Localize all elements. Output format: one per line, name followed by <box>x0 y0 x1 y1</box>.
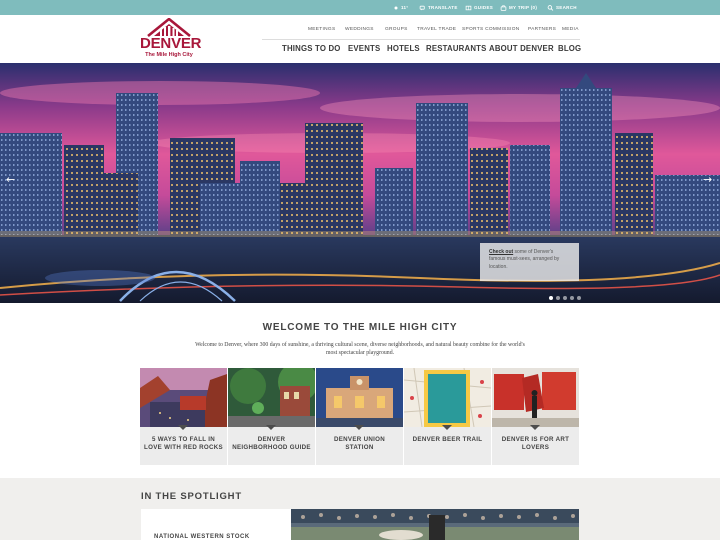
secondary-nav-sports-commission[interactable]: Sports Commission <box>462 27 520 32</box>
red-rocks-image <box>140 368 227 427</box>
carousel-dot[interactable] <box>556 296 560 300</box>
site-header: DENVER The Mile High City Meetings Weddi… <box>0 15 720 63</box>
carousel-dots <box>549 287 584 300</box>
logo-wordmark: DENVER <box>140 35 202 52</box>
hero-caption-link[interactable]: Check out <box>489 249 513 255</box>
primary-nav: Things To Do Events Hotels Restaurants A… <box>280 44 581 56</box>
welcome-text: Welcome to Denver, where 300 days of sun… <box>195 342 525 357</box>
translate-icon <box>419 5 425 11</box>
card-notch <box>530 425 540 430</box>
beer-trail-image <box>404 368 491 427</box>
weather-temp: 11° <box>401 5 409 10</box>
feature-cards: 5 Ways to Fall in Love with Red Rocks De… <box>140 368 580 465</box>
translate-label: Translate <box>428 5 458 10</box>
hero-caption: Check out some of Denver's famous must-s… <box>480 243 579 281</box>
card-label: Denver Beer Trail <box>412 436 483 443</box>
card-notch <box>354 425 364 430</box>
card-label: Denver Union Station <box>333 436 386 452</box>
search-label: Search <box>556 5 577 10</box>
suitcase-icon <box>500 5 507 11</box>
guides-link[interactable]: Guides <box>465 0 493 15</box>
secondary-nav-groups[interactable]: Groups <box>385 27 408 32</box>
nav-restaurants[interactable]: Restaurants <box>426 44 487 53</box>
carousel-dot[interactable] <box>549 296 553 300</box>
card-label: Denver is for Art Lovers <box>501 436 570 452</box>
weather-icon <box>394 6 398 10</box>
carousel-dot[interactable] <box>577 296 581 300</box>
card-notch <box>178 425 188 430</box>
nav-things-to-do[interactable]: Things To Do <box>282 44 341 53</box>
hero-carousel[interactable]: ← → Check out some of Denver's famous mu… <box>0 63 720 303</box>
card-label: Denver Neighborhood Guide <box>232 436 311 452</box>
secondary-nav-weddings[interactable]: Weddings <box>345 27 374 32</box>
guides-label: Guides <box>474 5 494 10</box>
nav-events[interactable]: Events <box>348 44 380 53</box>
utility-bar: 11° Translate Guides My Trip (0) Search <box>0 0 720 15</box>
nav-blog[interactable]: Blog <box>558 44 581 53</box>
union-station-image <box>316 368 403 427</box>
feature-card-red-rocks[interactable]: 5 Ways to Fall in Love with Red Rocks <box>140 368 227 465</box>
stock-show-image <box>291 509 579 540</box>
book-icon <box>465 5 472 11</box>
feature-card-neighborhood-guide[interactable]: Denver Neighborhood Guide <box>228 368 315 465</box>
hero-prev-arrow[interactable]: ← <box>6 173 15 186</box>
art-image <box>492 368 579 427</box>
card-label: 5 Ways to Fall in Love with Red Rocks <box>144 436 223 452</box>
secondary-nav-travel-trade[interactable]: Travel Trade <box>417 27 456 32</box>
carousel-dot[interactable] <box>570 296 574 300</box>
secondary-nav-media[interactable]: Media <box>562 27 579 32</box>
denver-skyline-image <box>0 63 720 303</box>
secondary-nav-meetings[interactable]: Meetings <box>308 27 335 32</box>
feature-card-beer-trail[interactable]: Denver Beer Trail <box>404 368 491 465</box>
feature-card-art-lovers[interactable]: Denver is for Art Lovers <box>492 368 579 465</box>
search-link[interactable]: Search <box>547 0 577 15</box>
spotlight-image[interactable] <box>291 509 579 540</box>
spotlight-card-title: National Western Stock <box>154 534 250 540</box>
nav-about-denver[interactable]: About Denver <box>489 44 554 53</box>
feature-card-union-station[interactable]: Denver Union Station <box>316 368 403 465</box>
my-trip-link[interactable]: My Trip (0) <box>500 0 537 15</box>
secondary-nav: Meetings Weddings Groups Travel Trade Sp… <box>300 27 580 35</box>
card-notch <box>266 425 276 430</box>
my-trip-label: My Trip (0) <box>509 5 538 10</box>
search-icon <box>547 4 554 11</box>
spotlight-title: In the Spotlight <box>141 491 242 502</box>
neighborhood-image <box>228 368 315 427</box>
weather-widget[interactable]: 11° <box>393 0 408 15</box>
welcome-title: Welcome to the Mile High City <box>262 322 458 333</box>
denver-logo[interactable]: DENVER The Mile High City <box>140 18 202 62</box>
spotlight-card[interactable]: National Western Stock <box>141 509 291 540</box>
carousel-dot[interactable] <box>563 296 567 300</box>
logo-tagline: The Mile High City <box>145 52 193 58</box>
hero-next-arrow[interactable]: → <box>703 173 712 186</box>
translate-link[interactable]: Translate <box>419 0 458 15</box>
card-notch <box>442 425 452 430</box>
nav-hotels[interactable]: Hotels <box>387 44 420 53</box>
secondary-nav-partners[interactable]: Partners <box>528 27 556 32</box>
nav-divider <box>262 39 580 40</box>
